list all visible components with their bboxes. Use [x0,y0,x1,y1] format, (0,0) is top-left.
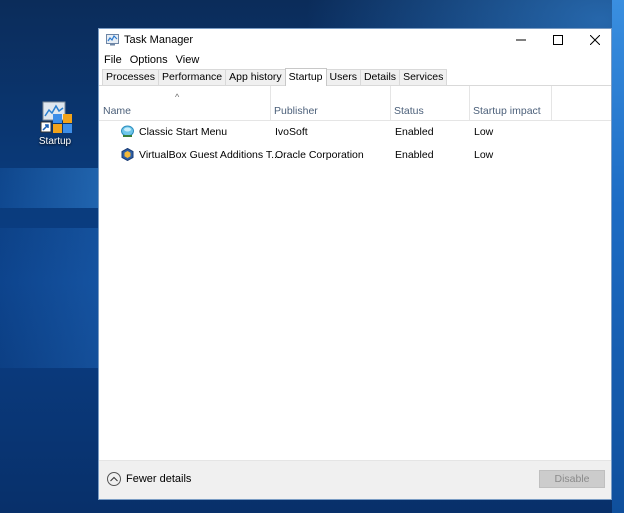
close-icon [589,35,600,45]
sort-ascending-icon: ^ [175,92,180,102]
column-header-name[interactable]: ^ Name [99,86,271,120]
menu-options[interactable]: Options [130,54,168,66]
desktop-icon-startup[interactable]: Startup [30,98,80,147]
task-manager-window: Task Manager File Options View Processes… [98,28,612,500]
column-impact-label: Startup impact [473,105,541,117]
tab-strip: Processes Performance App history Startu… [99,68,611,86]
row-status: Enabled [395,149,434,161]
row-publisher: IvoSoft [275,126,308,138]
disable-button[interactable]: Disable [539,470,605,488]
window-title: Task Manager [124,34,194,46]
row-impact: Low [474,126,494,138]
desktop-icon-label: Startup [38,136,72,147]
minimize-button[interactable] [502,29,539,51]
column-publisher-label: Publisher [274,105,318,117]
maximize-icon [552,35,563,45]
tab-users[interactable]: Users [325,69,361,85]
column-header-publisher[interactable]: Publisher [270,86,391,120]
maximize-button[interactable] [539,29,576,51]
tab-services[interactable]: Services [399,69,448,85]
chevron-up-icon [107,472,121,486]
tab-details[interactable]: Details [359,69,401,85]
task-manager-icon [106,34,119,46]
wallpaper-edge [612,0,624,513]
row-status: Enabled [395,126,434,138]
table-row[interactable]: Classic Start Menu IvoSoft Enabled Low [99,121,611,144]
fewer-details-toggle[interactable]: Fewer details [107,472,191,486]
column-header-startup-impact[interactable]: Startup impact [469,86,552,120]
row-publisher: Oracle Corporation [275,149,364,161]
column-header-status[interactable]: Status [390,86,470,120]
fewer-details-label: Fewer details [126,473,192,485]
column-header-row: ^ Name Publisher Status Startup impact [99,86,611,121]
row-impact: Low [474,149,494,161]
tab-app-history[interactable]: App history [225,69,286,85]
row-name: Classic Start Menu [139,126,228,138]
classic-shell-icon [121,125,134,137]
title-bar[interactable]: Task Manager [99,29,611,51]
wallpaper-beam [0,168,98,208]
minimize-icon [515,39,526,41]
table-row[interactable]: VirtualBox Guest Additions T... Oracle C… [99,144,611,167]
startup-shortcut-icon [37,98,73,134]
column-name-label: Name [103,105,132,117]
column-status-label: Status [394,105,424,117]
menu-bar: File Options View [99,51,611,68]
tab-performance[interactable]: Performance [158,69,227,85]
menu-file[interactable]: File [104,54,122,66]
tab-processes[interactable]: Processes [102,69,160,85]
close-button[interactable] [576,29,613,51]
footer-bar: Fewer details Disable [99,460,611,499]
virtualbox-icon [121,148,134,161]
wallpaper-beam [0,228,98,368]
row-name: VirtualBox Guest Additions T... [139,149,280,161]
tab-startup[interactable]: Startup [284,68,327,86]
menu-view[interactable]: View [176,54,200,66]
